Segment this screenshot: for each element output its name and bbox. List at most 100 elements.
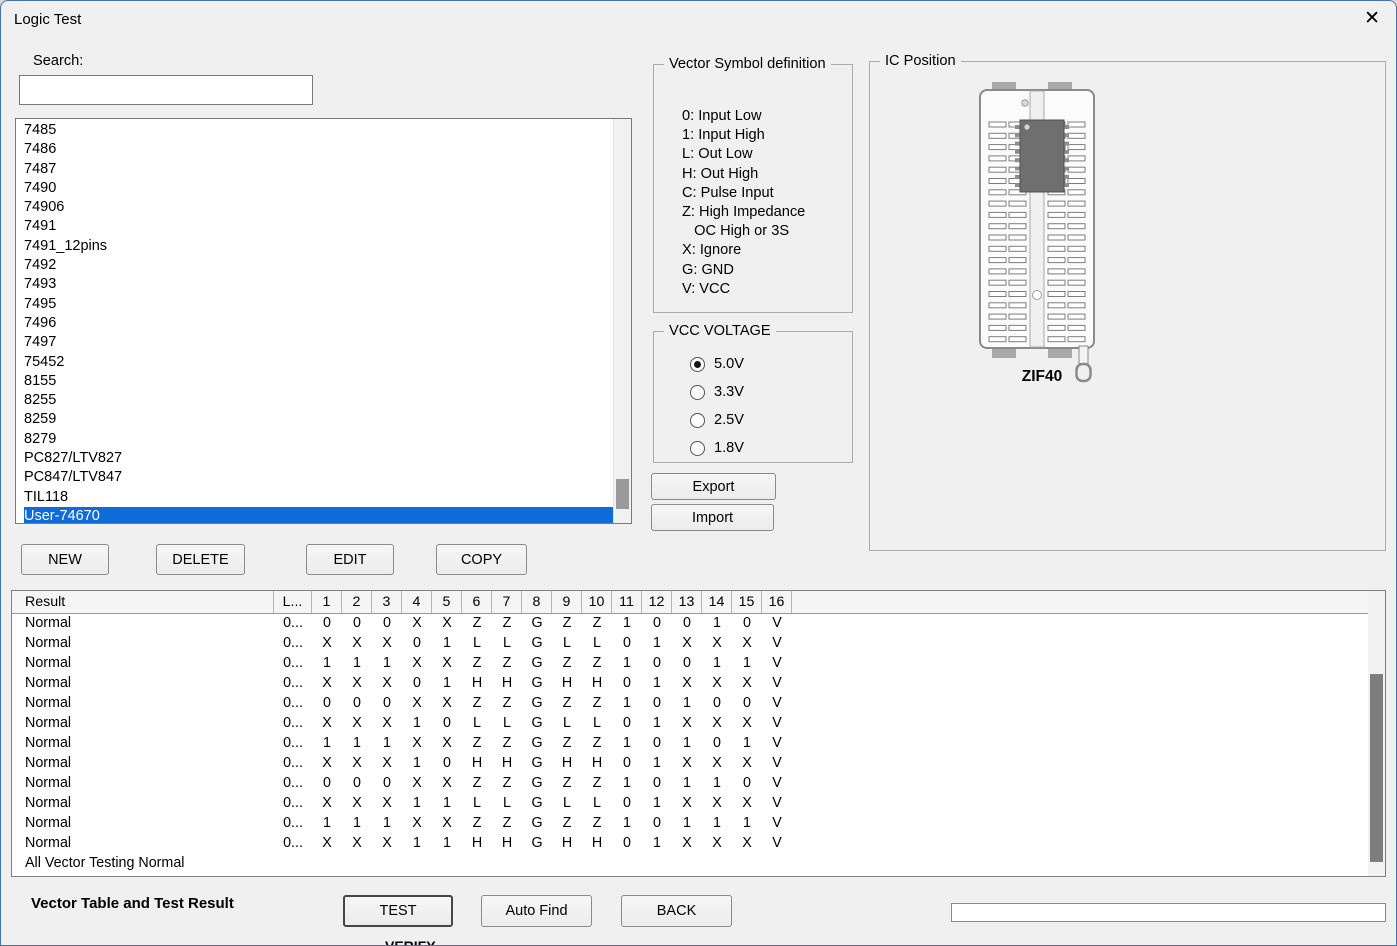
table-cell: X: [372, 715, 402, 731]
delete-button[interactable]: DELETE: [156, 544, 245, 575]
column-header[interactable]: Result: [12, 591, 274, 613]
ic-list-item[interactable]: 7493: [24, 275, 614, 294]
table-cell: 0...: [274, 715, 312, 731]
table-scrollbar[interactable]: [1368, 591, 1385, 876]
ic-list-item[interactable]: 8259: [24, 410, 614, 429]
column-header[interactable]: 2: [342, 591, 372, 613]
ic-list-item[interactable]: 8279: [24, 430, 614, 449]
auto-find-button[interactable]: Auto Find: [481, 895, 592, 927]
column-header[interactable]: 14: [702, 591, 732, 613]
result-row[interactable]: Normal0...XXX01LLGLL01XXXV: [12, 633, 1368, 653]
column-header[interactable]: 16: [762, 591, 792, 613]
result-row[interactable]: Normal0...111XXZZGZZ10101V: [12, 733, 1368, 753]
ic-list-item[interactable]: 7486: [24, 140, 614, 159]
ic-list-item[interactable]: 7491: [24, 217, 614, 236]
table-cell: X: [702, 755, 732, 771]
ic-list-item[interactable]: 7487: [24, 160, 614, 179]
table-cell: L: [462, 715, 492, 731]
column-header[interactable]: 5: [432, 591, 462, 613]
table-cell: 1: [612, 695, 642, 711]
list-scrollbar[interactable]: [613, 119, 631, 523]
table-cell: 0: [612, 755, 642, 771]
table-cell: X: [432, 815, 462, 831]
ic-list-item[interactable]: 7485: [24, 121, 614, 140]
column-header[interactable]: 7: [492, 591, 522, 613]
result-row[interactable]: Normal0...XXX11LLGLL01XXXV: [12, 793, 1368, 813]
table-cell: Z: [582, 655, 612, 671]
table-cell: V: [762, 615, 792, 631]
close-icon[interactable]: ✕: [1364, 7, 1380, 30]
ic-list-item[interactable]: 74906: [24, 198, 614, 217]
table-cell: Z: [582, 815, 612, 831]
zif-socket-label: ZIF40: [972, 368, 1112, 386]
table-cell: 0: [312, 775, 342, 791]
table-cell: Z: [582, 695, 612, 711]
vcc-radio-2.5V[interactable]: 2.5V: [690, 406, 744, 434]
table-scrollbar-thumb[interactable]: [1370, 674, 1383, 862]
search-input[interactable]: [19, 75, 313, 105]
ic-list-item[interactable]: User-74670: [24, 507, 614, 523]
vcc-radio-1.8V[interactable]: 1.8V: [690, 434, 744, 462]
ic-list-item[interactable]: 7496: [24, 314, 614, 333]
column-header[interactable]: 11: [612, 591, 642, 613]
result-row[interactable]: Normal0...XXX11HHGHH01XXXV: [12, 833, 1368, 853]
column-header[interactable]: 13: [672, 591, 702, 613]
table-cell: L: [552, 795, 582, 811]
result-row[interactable]: Normal0...000XXZZGZZ10010V: [12, 613, 1368, 633]
import-button[interactable]: Import: [651, 504, 774, 531]
table-cell: H: [462, 675, 492, 691]
vcc-radio-5.0V[interactable]: 5.0V: [690, 350, 744, 378]
edit-button[interactable]: EDIT: [306, 544, 394, 575]
column-header[interactable]: 9: [552, 591, 582, 613]
column-header[interactable]: L...: [274, 591, 312, 613]
table-cell: X: [432, 735, 462, 751]
table-cell: 0: [612, 835, 642, 851]
column-header[interactable]: 4: [402, 591, 432, 613]
table-cell: X: [432, 775, 462, 791]
result-row[interactable]: Normal0...111XXZZGZZ10111V: [12, 813, 1368, 833]
column-header[interactable]: 6: [462, 591, 492, 613]
ic-list-item[interactable]: 8255: [24, 391, 614, 410]
column-header[interactable]: 10: [582, 591, 612, 613]
ic-list-item[interactable]: PC847/LTV847: [24, 468, 614, 487]
table-cell: 0: [732, 615, 762, 631]
column-header[interactable]: 12: [642, 591, 672, 613]
vcc-radio-3.3V[interactable]: 3.3V: [690, 378, 744, 406]
table-cell: 0: [672, 615, 702, 631]
table-cell: Z: [492, 615, 522, 631]
ic-list-item[interactable]: PC827/LTV827: [24, 449, 614, 468]
column-header[interactable]: 3: [372, 591, 402, 613]
table-cell: X: [402, 775, 432, 791]
result-row[interactable]: Normal0...000XXZZGZZ10110V: [12, 773, 1368, 793]
export-button[interactable]: Export: [651, 473, 776, 500]
ic-list-item[interactable]: TIL118: [24, 488, 614, 507]
table-cell: Z: [462, 615, 492, 631]
vcc-voltage-group-title: VCC VOLTAGE: [664, 323, 776, 340]
result-row[interactable]: Normal0...XXX01HHGHH01XXXV: [12, 673, 1368, 693]
ic-list-item[interactable]: 7497: [24, 333, 614, 352]
ic-list-item[interactable]: 7490: [24, 179, 614, 198]
result-row[interactable]: Normal0...XXX10HHGHH01XXXV: [12, 753, 1368, 773]
vector-symbol-line: L: Out Low: [682, 145, 805, 164]
ic-list-item[interactable]: 7495: [24, 295, 614, 314]
column-header[interactable]: 15: [732, 591, 762, 613]
table-cell: X: [312, 755, 342, 771]
ic-list-item[interactable]: 7492: [24, 256, 614, 275]
table-cell: 1: [372, 815, 402, 831]
ic-list-item[interactable]: 7491_12pins: [24, 237, 614, 256]
table-cell: 1: [702, 615, 732, 631]
ic-list[interactable]: 74857486748774907490674917491_12pins7492…: [15, 118, 632, 524]
result-row[interactable]: Normal0...XXX10LLGLL01XXXV: [12, 713, 1368, 733]
result-row[interactable]: Normal0...111XXZZGZZ10011V: [12, 653, 1368, 673]
result-row[interactable]: Normal0...000XXZZGZZ10100V: [12, 693, 1368, 713]
copy-button[interactable]: COPY: [436, 544, 527, 575]
ic-list-item[interactable]: 75452: [24, 353, 614, 372]
test-button[interactable]: TEST: [343, 895, 453, 927]
list-scrollbar-thumb[interactable]: [616, 479, 629, 509]
new-button[interactable]: NEW: [21, 544, 109, 575]
bottom-caption: Vector Table and Test Result: [31, 895, 234, 912]
column-header[interactable]: 1: [312, 591, 342, 613]
column-header[interactable]: 8: [522, 591, 552, 613]
back-button[interactable]: BACK: [621, 895, 732, 927]
ic-list-item[interactable]: 8155: [24, 372, 614, 391]
